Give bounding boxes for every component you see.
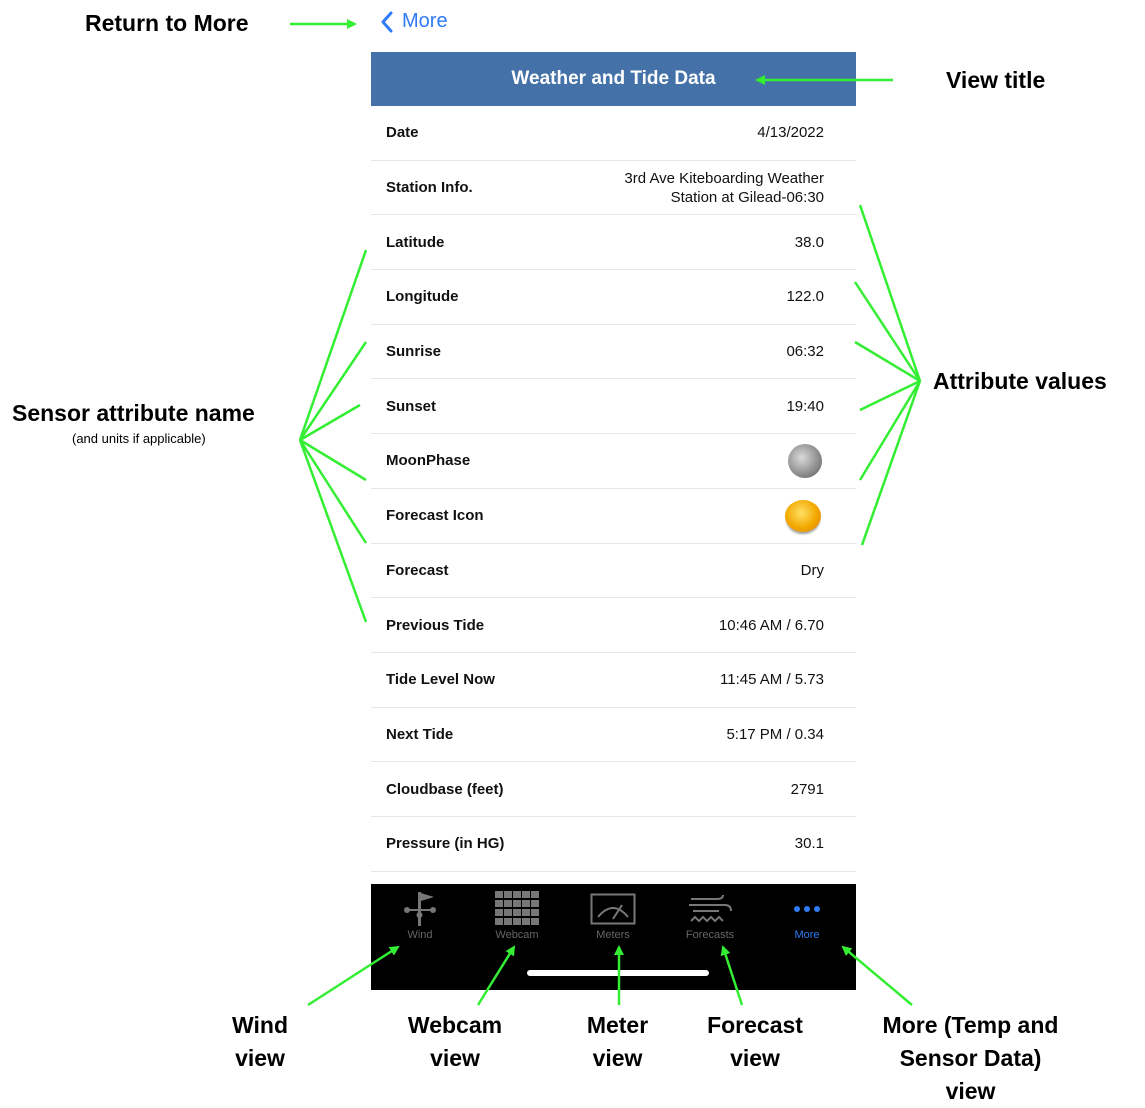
arrow-webcam <box>476 945 516 1006</box>
arrow-more <box>841 945 913 1006</box>
arrow-line <box>298 439 368 623</box>
arrow-forecast <box>720 945 744 1006</box>
annotation-arrows <box>290 19 922 1007</box>
arrow-line <box>299 403 361 442</box>
arrow-wind <box>307 945 400 1007</box>
arrow-line <box>858 204 922 382</box>
arrow-line <box>298 249 368 441</box>
arrow-line <box>854 340 921 383</box>
arrow-line <box>299 438 367 482</box>
arrow-line <box>298 341 368 441</box>
arrow-line <box>853 281 922 382</box>
